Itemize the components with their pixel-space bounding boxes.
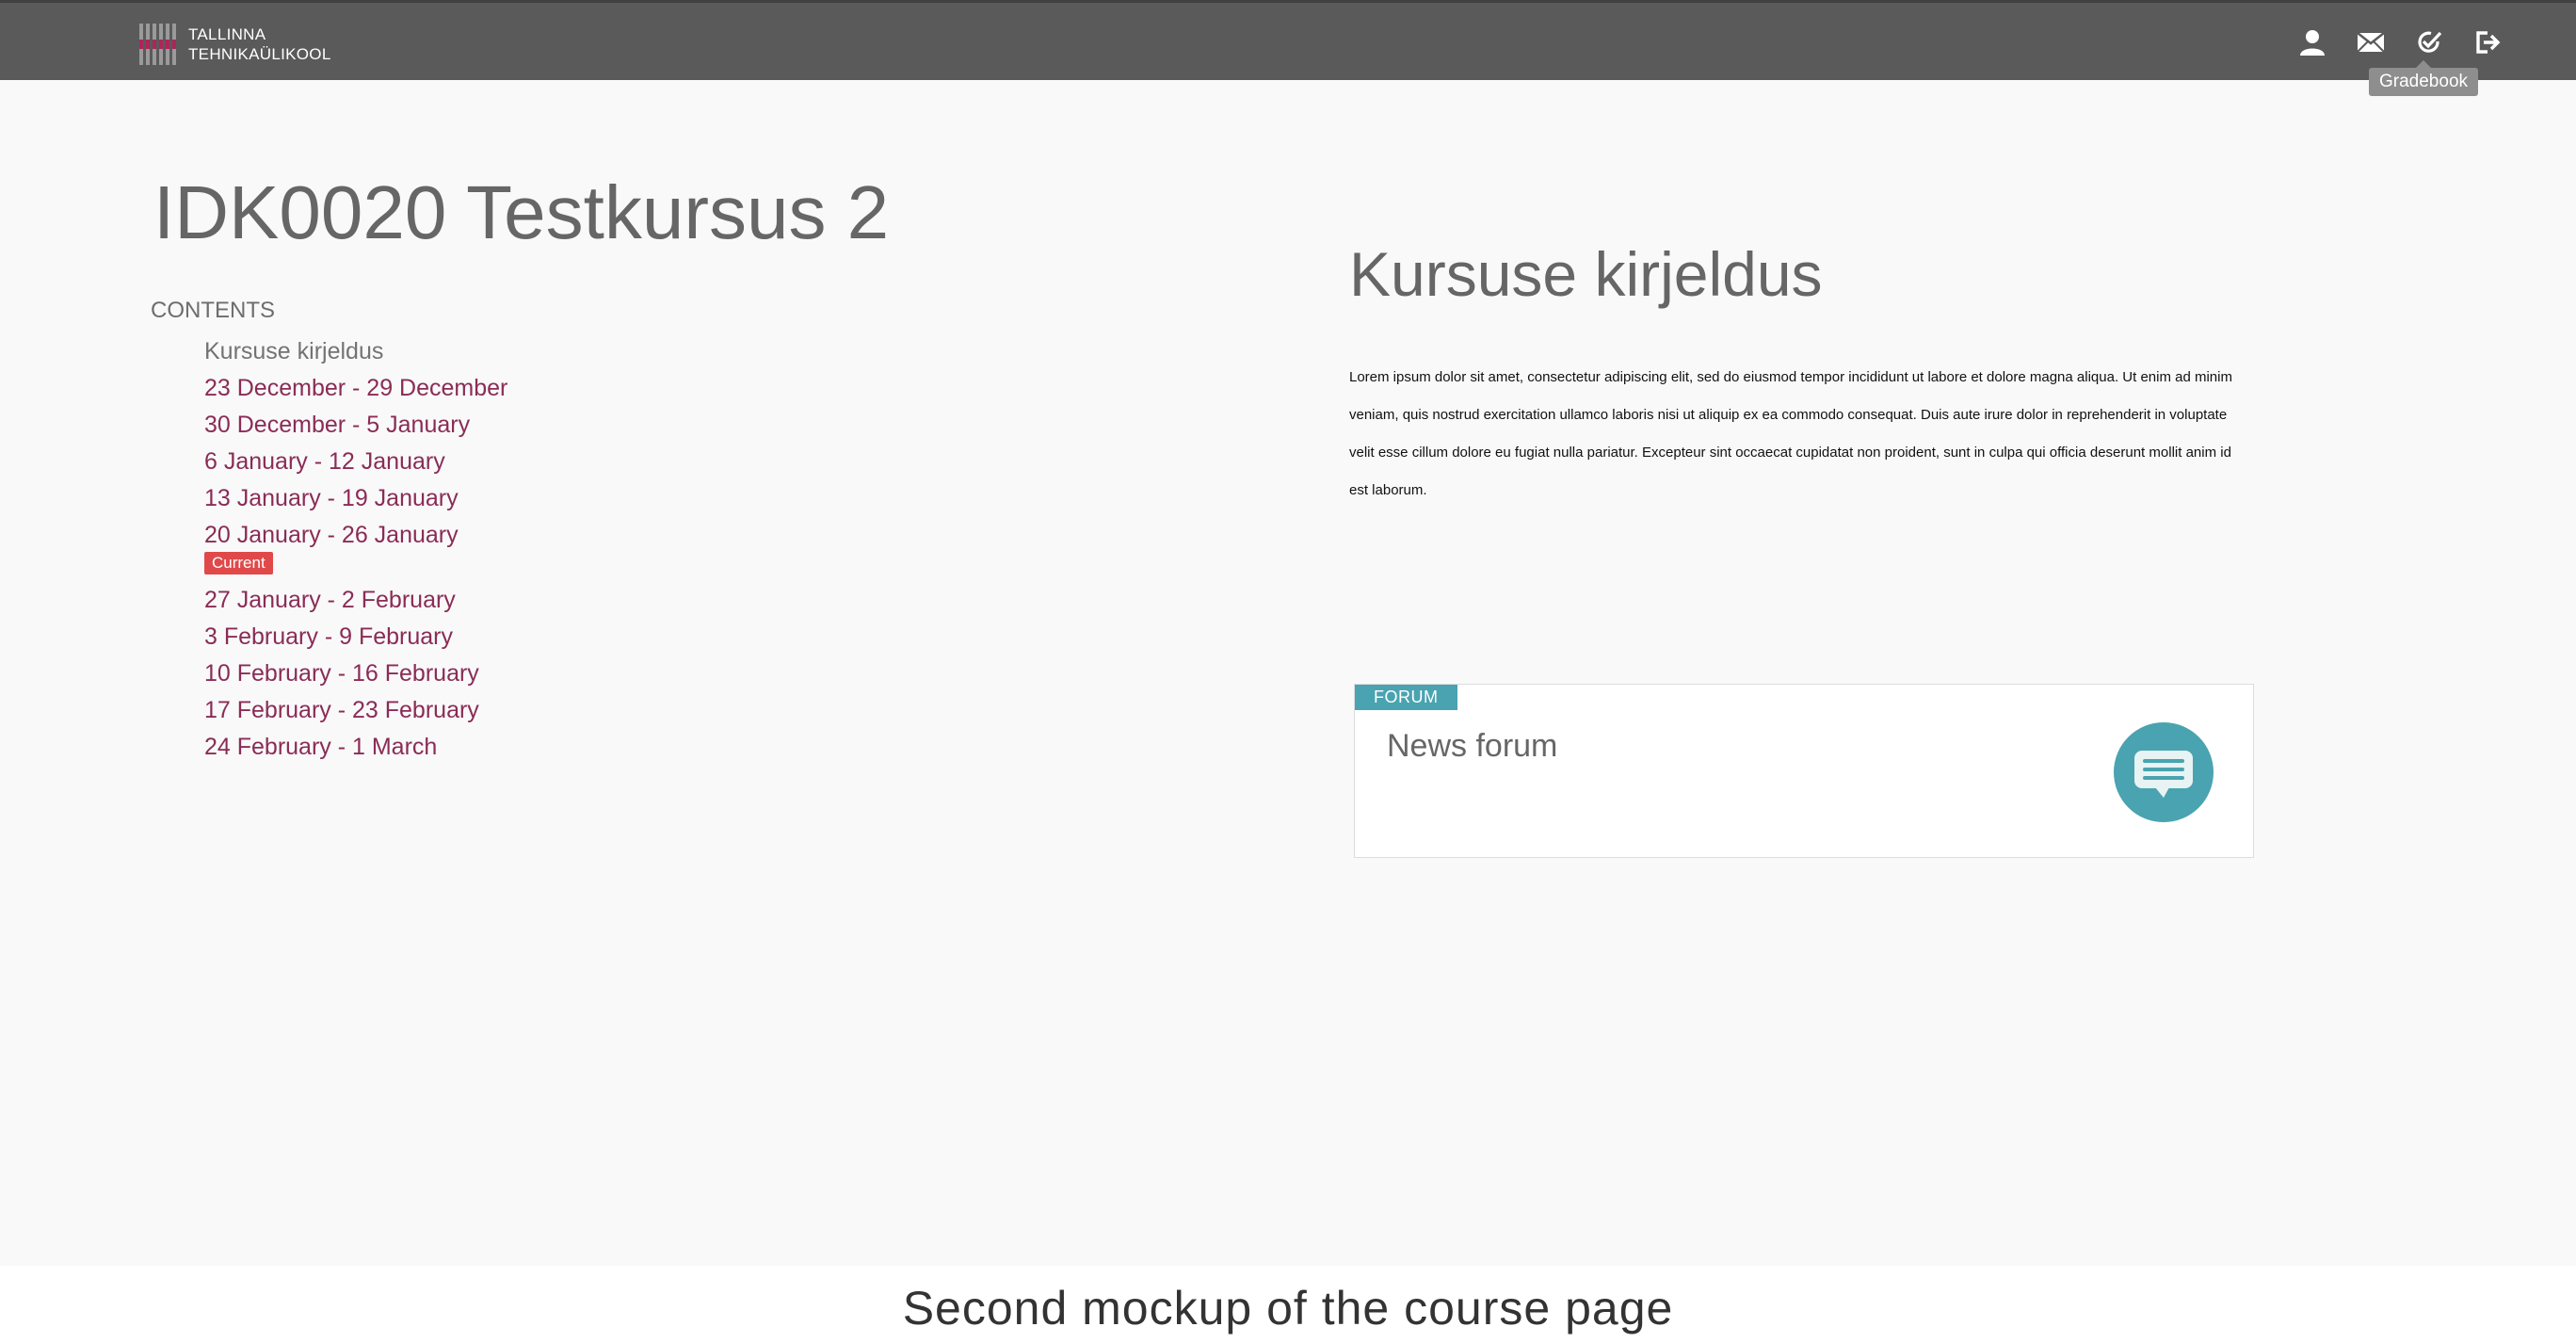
logout-icon[interactable] [2472, 27, 2503, 57]
forum-card[interactable]: FORUM News forum [1354, 684, 2254, 858]
toc-item-week-5[interactable]: 20 January - 26 January [204, 517, 507, 554]
toc-item-week-10[interactable]: 24 February - 1 March [204, 729, 507, 766]
contents-label: CONTENTS [151, 298, 275, 323]
toc-item-week-6[interactable]: 27 January - 2 February [204, 582, 507, 619]
mockup-caption: Second mockup of the course page [902, 1282, 1674, 1335]
toc-item-week-1[interactable]: 23 December - 29 December [204, 370, 507, 407]
mail-icon[interactable] [2356, 27, 2386, 57]
current-week-badge: Current [204, 552, 273, 574]
toc-item-week-8[interactable]: 10 February - 16 February [204, 655, 507, 692]
toc-item-kursuse-kirjeldus[interactable]: Kursuse kirjeldus [204, 333, 507, 370]
gradebook-tooltip: Gradebook [2369, 60, 2479, 96]
section-description: Lorem ipsum dolor sit amet, consectetur … [1349, 369, 2232, 498]
logo-line-2: TEHNIKAÜLIKOOL [188, 45, 331, 63]
toc-item-week-3[interactable]: 6 January - 12 January [204, 444, 507, 480]
toc-item-week-7[interactable]: 3 February - 9 February [204, 619, 507, 655]
toc-item-week-4[interactable]: 13 January - 19 January [204, 480, 507, 517]
contents-list: Kursuse kirjeldus 23 December - 29 Decem… [204, 333, 507, 766]
chat-bubble-icon [2114, 722, 2214, 822]
user-icon[interactable] [2297, 27, 2327, 57]
top-bar: TALLINNA TEHNIKAÜLIKOOL [0, 0, 2576, 80]
toc-item-week-9[interactable]: 17 February - 23 February [204, 692, 507, 729]
top-icons [2297, 27, 2503, 57]
logo-line-1: TALLINNA [188, 25, 266, 43]
toc-item-week-2[interactable]: 30 December - 5 January [204, 407, 507, 444]
logo-mark-icon [139, 24, 177, 65]
forum-tag: FORUM [1355, 685, 1457, 710]
forum-name-link[interactable]: News forum [1387, 728, 1557, 765]
section-title: Kursuse kirjeldus [1349, 239, 1823, 309]
university-logo[interactable]: TALLINNA TEHNIKAÜLIKOOL [139, 24, 331, 65]
course-title: IDK0020 Testkursus 2 [153, 170, 890, 254]
logo-text: TALLINNA TEHNIKAÜLIKOOL [188, 24, 331, 64]
gradebook-icon[interactable] [2414, 27, 2444, 57]
